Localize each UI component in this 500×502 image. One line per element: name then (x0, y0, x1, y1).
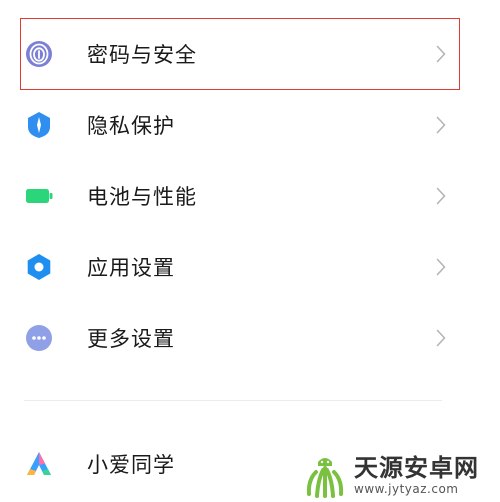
battery-icon (24, 181, 54, 211)
settings-item-more-settings[interactable]: 更多设置 (0, 306, 500, 370)
settings-item-battery-performance[interactable]: 电池与性能 (0, 164, 500, 228)
settings-page: 密码与安全 隐私保护 电池与性能 应用设置 更多设置 小爱同学 天源安卓网 ww… (0, 0, 500, 502)
section-divider (24, 400, 442, 401)
settings-item-label: 隐私保护 (87, 114, 175, 138)
chevron-right-icon (434, 185, 448, 207)
chevron-right-icon (434, 327, 448, 349)
settings-item-label: 应用设置 (87, 256, 175, 280)
settings-item-label: 电池与性能 (87, 185, 197, 209)
settings-item-label: 更多设置 (87, 327, 175, 351)
watermark: 天源安卓网 www.jytyaz.com (300, 448, 500, 502)
settings-item-app-settings[interactable]: 应用设置 (0, 235, 500, 299)
settings-item-password-security[interactable]: 密码与安全 (0, 22, 500, 86)
gear-icon (24, 252, 54, 282)
privacy-shield-icon (24, 110, 54, 140)
fingerprint-icon (24, 39, 54, 69)
xiaoai-icon (24, 449, 54, 479)
android-logo-icon (306, 458, 344, 498)
more-dots-icon (24, 323, 54, 353)
chevron-right-icon (434, 256, 448, 278)
chevron-right-icon (434, 114, 448, 136)
settings-item-label: 密码与安全 (87, 43, 197, 67)
settings-item-label: 小爱同学 (87, 453, 175, 477)
watermark-title: 天源安卓网 (354, 454, 479, 482)
watermark-text: 天源安卓网 www.jytyaz.com (354, 454, 479, 496)
watermark-url: www.jytyaz.com (354, 482, 459, 496)
chevron-right-icon (434, 43, 448, 65)
settings-item-privacy[interactable]: 隐私保护 (0, 93, 500, 157)
